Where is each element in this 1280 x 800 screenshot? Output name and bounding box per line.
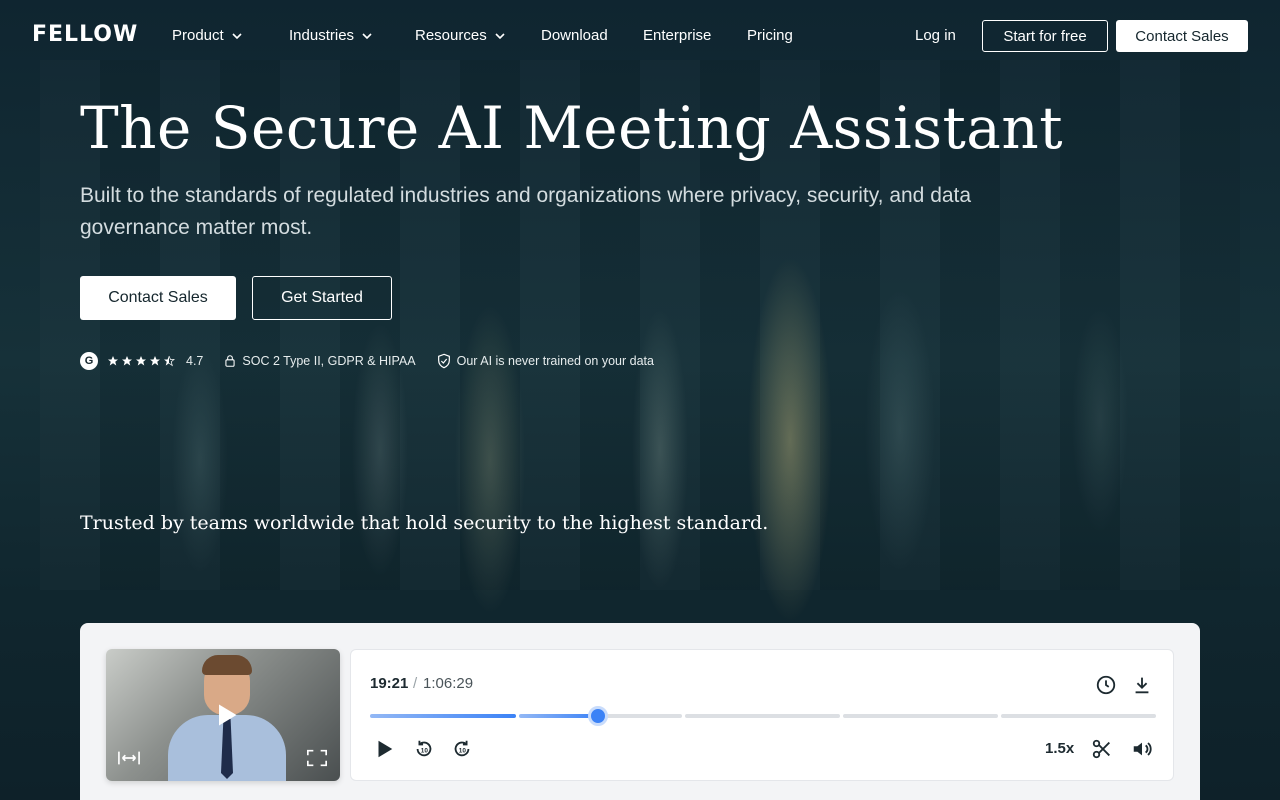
star-icon: [136, 356, 146, 366]
get-started-button[interactable]: Get Started: [252, 276, 392, 320]
time-separator: /: [413, 675, 418, 692]
nav-resources[interactable]: Resources: [415, 27, 507, 44]
nav-download-label: Download: [541, 27, 608, 44]
download-icon[interactable]: [1131, 674, 1153, 696]
progress-segment: [370, 714, 516, 718]
rewind-10-icon[interactable]: 10: [413, 738, 435, 760]
ai-privacy-text: Our AI is never trained on your data: [456, 354, 654, 368]
login-link[interactable]: Log in: [915, 27, 956, 44]
play-icon[interactable]: [373, 738, 395, 760]
nav-enterprise[interactable]: Enterprise: [643, 27, 711, 44]
chevron-down-icon: [362, 32, 372, 39]
playback-speed[interactable]: 1.5x: [1045, 740, 1074, 757]
nav-download[interactable]: Download: [541, 27, 608, 44]
forward-10-icon[interactable]: 10: [451, 738, 473, 760]
half-star-icon: [164, 355, 175, 367]
chevron-down-icon: [495, 32, 505, 39]
trust-badges: G 4.7 SOC 2 Type II, GDPR & HIPAA Our AI…: [80, 352, 674, 370]
video-thumbnail[interactable]: [106, 649, 340, 781]
play-overlay-icon[interactable]: [212, 701, 240, 729]
progress-knob[interactable]: [587, 706, 608, 726]
hero-contact-sales-button[interactable]: Contact Sales: [80, 276, 236, 320]
svg-text:10: 10: [421, 748, 429, 755]
trusted-by-heading: Trusted by teams worldwide that hold sec…: [80, 512, 769, 534]
nav-industries-label: Industries: [289, 27, 355, 44]
lock-icon: [225, 355, 235, 367]
hero-title: The Secure AI Meeting Assistant: [80, 94, 1064, 162]
g2-rating-badge[interactable]: G 4.7: [80, 352, 203, 370]
total-time: 1:06:29: [423, 675, 474, 692]
rating-stars: [107, 355, 175, 367]
expand-width-icon[interactable]: [118, 749, 140, 767]
progress-segment: [1001, 714, 1156, 718]
nav-industries[interactable]: Industries: [289, 27, 374, 44]
nav-pricing[interactable]: Pricing: [747, 27, 793, 44]
speaker-hair: [202, 655, 252, 675]
g2-logo-icon: G: [80, 352, 98, 370]
volume-icon[interactable]: [1131, 738, 1153, 760]
player-controls: 19:21 / 1:06:29 10 10 1.5x: [350, 649, 1174, 781]
ai-privacy-badge: Our AI is never trained on your data: [436, 353, 654, 369]
fullscreen-icon[interactable]: [306, 749, 328, 767]
chevron-down-icon: [232, 32, 242, 39]
fellow-logo[interactable]: FELLOW: [32, 22, 138, 47]
svg-text:10: 10: [459, 748, 467, 755]
nav-enterprise-label: Enterprise: [643, 27, 712, 44]
hero-subtitle: Built to the standards of regulated indu…: [80, 184, 972, 239]
meeting-player-card: 19:21 / 1:06:29 10 10 1.5x: [80, 623, 1200, 800]
star-icon: [122, 356, 132, 366]
rating-value: 4.7: [186, 354, 204, 368]
compliance-badge: SOC 2 Type II, GDPR & HIPAA: [223, 354, 416, 368]
scissors-icon[interactable]: [1091, 738, 1113, 760]
top-navigation: FELLOW Product Industries Resources Down…: [0, 0, 1280, 72]
nav-contact-sales-button[interactable]: Contact Sales: [1116, 20, 1248, 52]
nav-product-label: Product: [172, 27, 224, 44]
star-icon: [150, 356, 160, 366]
star-icon: [108, 356, 118, 366]
nav-pricing-label: Pricing: [747, 27, 793, 44]
progress-segment: [685, 714, 840, 718]
current-time: 19:21: [370, 675, 409, 692]
login-label: Log in: [915, 27, 956, 44]
nav-resources-label: Resources: [415, 27, 487, 44]
start-for-free-button[interactable]: Start for free: [982, 20, 1108, 52]
clock-icon[interactable]: [1095, 674, 1117, 696]
nav-product[interactable]: Product: [172, 27, 244, 44]
shield-check-icon: [437, 353, 450, 369]
progress-segment: [843, 714, 998, 718]
compliance-text: SOC 2 Type II, GDPR & HIPAA: [242, 354, 416, 368]
